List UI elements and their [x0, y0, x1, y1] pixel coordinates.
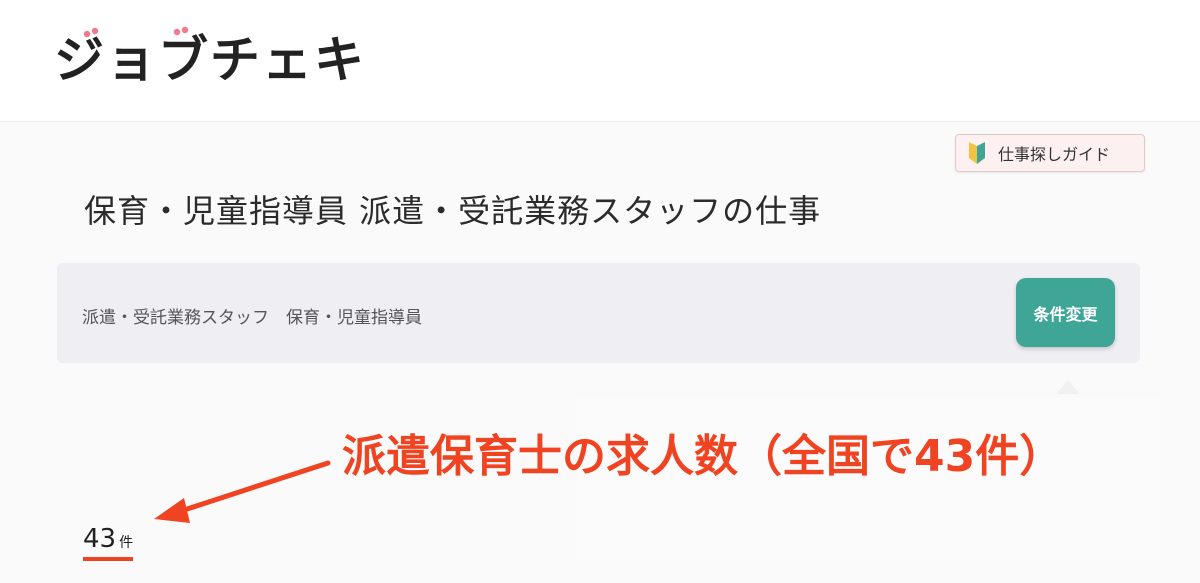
- result-count-unit: 件: [119, 535, 134, 551]
- annotation-callout-text: 派遣保育士の求人数（全国で43件）: [342, 431, 1064, 482]
- search-conditions-panel: 派遣・受託業務スタッフ 保育・児童指導員 条件変更: [57, 263, 1140, 363]
- search-conditions-text: 派遣・受託業務スタッフ 保育・児童指導員: [82, 308, 422, 328]
- result-count-number: 43: [83, 524, 117, 554]
- beginner-leaf-icon: [969, 142, 985, 164]
- guide-button-label: 仕事探しガイド: [998, 145, 1111, 164]
- tooltip-pointer: [1056, 380, 1080, 394]
- page-title: 保育・児童指導員 派遣・受託業務スタッフの仕事: [84, 192, 822, 230]
- annotation-arrow-icon: [154, 460, 331, 523]
- job-search-guide-button[interactable]: 仕事探しガイド: [955, 134, 1145, 172]
- site-header: ジョブチェキ: [0, 0, 1200, 122]
- result-count: 43 件: [83, 524, 134, 561]
- logo-dots: [83, 26, 189, 38]
- change-conditions-button[interactable]: 条件変更: [1016, 278, 1115, 347]
